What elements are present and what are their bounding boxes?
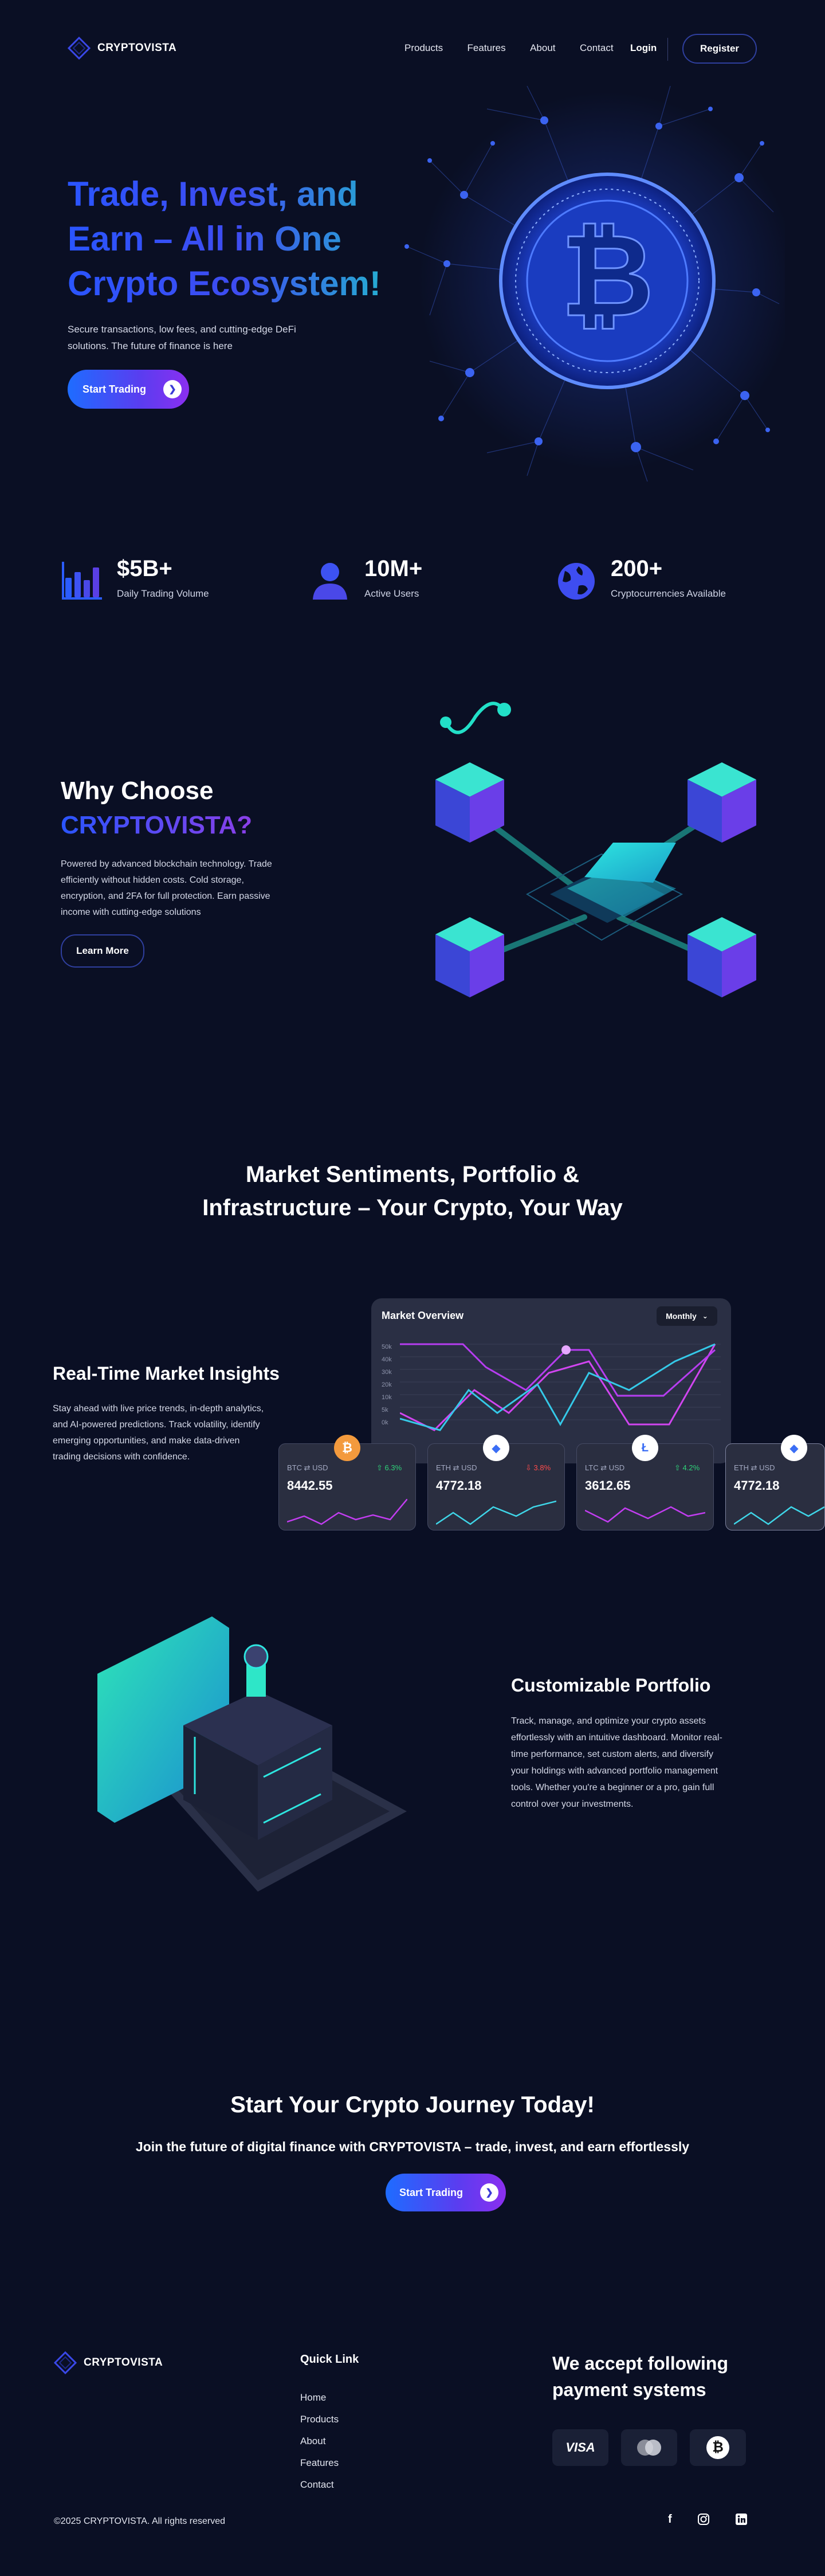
linkedin-icon[interactable] [735, 2513, 748, 2528]
hero-start-trading-button[interactable]: Start Trading ❯ [68, 370, 189, 409]
sparkline [287, 1499, 407, 1525]
mastercard-logo [621, 2429, 677, 2466]
nav-contact[interactable]: Contact [580, 42, 614, 53]
blockchain-servers-illustration [412, 699, 779, 1043]
why-description: Powered by advanced blockchain technolog… [61, 859, 272, 917]
stat-value: $5B+ [117, 556, 172, 581]
brand-name: CRYPTOVISTA [84, 2356, 163, 2368]
bitcoin-logo: ₿ [690, 2429, 746, 2466]
register-button[interactable]: Register [682, 34, 757, 64]
change-up: ⇧ 6.3% [376, 1463, 402, 1472]
ticker-card[interactable]: ◆ ETH ⇄ USD 4772.18 [725, 1435, 825, 1530]
ethereum-coin-icon: ◆ [483, 1435, 509, 1461]
nav-products[interactable]: Products [404, 42, 443, 53]
payments-title: We accept following payment systems [552, 2353, 728, 2400]
arrow-right-icon: ❯ [163, 380, 182, 398]
market-chart [400, 1343, 721, 1431]
stat-value: 10M+ [364, 556, 423, 581]
visa-logo: VISA [552, 2429, 608, 2466]
copyright: ©2025 CRYPTOVISTA. All rights reserved [54, 2516, 226, 2526]
facebook-icon[interactable]: f [668, 2513, 672, 2528]
quick-link-title: Quick Link [300, 2353, 359, 2366]
user-icon [313, 563, 347, 600]
logo-icon [53, 2351, 77, 2375]
ticker-price: 8442.55 [287, 1478, 333, 1493]
ticker-row: ₿ BTC ⇄ USD ⇧ 6.3% 8442.55 ◆ ETH ⇄ USD ⇩… [278, 1433, 825, 1536]
footer-link-contact[interactable]: Contact [300, 2474, 339, 2496]
chevron-down-icon: ⌄ [702, 1312, 708, 1320]
footer-link-products[interactable]: Products [300, 2409, 339, 2430]
bitcoin-coin-icon: ₿ [334, 1435, 360, 1461]
ticker-card[interactable]: ₿ BTC ⇄ USD ⇧ 6.3% 8442.55 [278, 1435, 416, 1530]
portfolio-illustration [92, 1594, 412, 1892]
hero-title: Trade, Invest, and Earn – All in One Cry… [68, 172, 446, 306]
ticker-price: 4772.18 [734, 1478, 780, 1493]
sentiments-title: Market Sentiments, Portfolio & Infrastru… [202, 1162, 623, 1220]
footer-link-home[interactable]: Home [300, 2387, 339, 2409]
nav-features[interactable]: Features [467, 42, 506, 53]
sparkline [436, 1500, 556, 1525]
ticker-card[interactable]: ◆ ETH ⇄ USD ⇩ 3.8% 4772.18 [427, 1435, 565, 1530]
footer-link-about[interactable]: About [300, 2430, 339, 2452]
nav-divider [667, 38, 668, 61]
ticker-price: 4772.18 [436, 1478, 482, 1493]
journey-title: Start Your Crypto Journey Today! [230, 2092, 595, 2117]
learn-more-button[interactable]: Learn More [61, 934, 144, 968]
change-down: ⇩ 3.8% [525, 1463, 551, 1472]
bar-chart-icon [62, 562, 102, 600]
stat-label: Active Users [364, 588, 419, 599]
main-nav: Products Features About Contact [404, 42, 635, 54]
bitcoin-network-illustration: ₿ [395, 75, 796, 493]
footer-links: Home Products About Features Contact [300, 2387, 339, 2496]
journey-start-trading-button[interactable]: Start Trading ❯ [386, 2174, 506, 2211]
stat-label: Daily Trading Volume [117, 588, 209, 599]
stat-label: Cryptocurrencies Available [611, 588, 726, 599]
footer-link-features[interactable]: Features [300, 2452, 339, 2474]
ticker-price: 3612.65 [585, 1478, 631, 1493]
ethereum-coin-icon: ◆ [781, 1435, 807, 1461]
brand-name: CRYPTOVISTA [97, 42, 177, 54]
stats-row: $5B+ Daily Trading Volume 10M+ Active Us… [62, 556, 772, 608]
portfolio-title: Customizable Portfolio [511, 1675, 711, 1696]
insights-description: Stay ahead with live price trends, in-de… [53, 1404, 264, 1462]
sparkline [585, 1506, 705, 1523]
instagram-icon[interactable] [697, 2513, 710, 2528]
y-axis-labels: 50k 40k 30k 20k 10k 5k 0k [382, 1344, 392, 1426]
login-link[interactable]: Login [630, 42, 657, 54]
change-up: ⇧ 4.2% [674, 1463, 700, 1472]
why-title: Why Choose CRYPTOVISTA? [61, 774, 252, 843]
logo-icon [67, 36, 91, 60]
journey-subtitle: Join the future of digital finance with … [135, 2139, 690, 2154]
globe-icon [558, 563, 595, 600]
portfolio-description: Track, manage, and optimize your crypto … [511, 1716, 722, 1809]
arrow-right-icon: ❯ [480, 2183, 499, 2202]
litecoin-coin-icon: Ł [632, 1435, 658, 1461]
period-select[interactable]: Monthly ⌄ [657, 1306, 717, 1326]
market-overview-title: Market Overview [382, 1310, 464, 1321]
hero-subtitle: Secure transactions, low fees, and cutti… [68, 324, 296, 351]
sparkline [734, 1506, 824, 1525]
stat-value: 200+ [611, 556, 663, 581]
nav-about[interactable]: About [530, 42, 555, 53]
footer-brand-logo[interactable]: CRYPTOVISTA [53, 2351, 163, 2375]
brand-logo[interactable]: CRYPTOVISTA [67, 36, 177, 60]
social-links: f [668, 2513, 748, 2528]
svg-text:₿: ₿ [561, 212, 654, 340]
insights-title: Real-Time Market Insights [53, 1363, 280, 1384]
ticker-card[interactable]: Ł LTC ⇄ USD ⇧ 4.2% 3612.65 [576, 1435, 714, 1530]
